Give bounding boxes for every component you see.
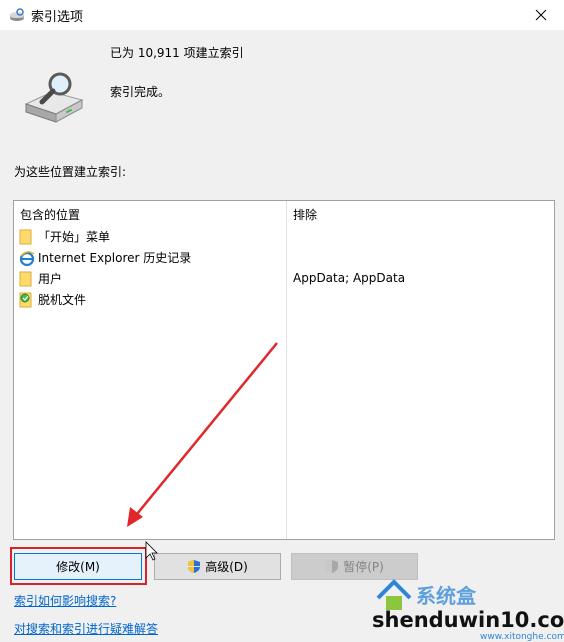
list-item-users[interactable]: 用户 — [19, 268, 191, 289]
index-affects-search-link[interactable]: 索引如何影响搜索? — [14, 592, 116, 609]
excluded-value — [293, 289, 405, 310]
list-item-start-menu[interactable]: 「开始」菜单 — [19, 226, 191, 247]
window-title: 索引选项 — [31, 10, 84, 25]
excluded-value: AppData; AppData — [293, 271, 406, 285]
modify-button[interactable]: 修改(M) — [14, 553, 142, 580]
drive-search-icon — [24, 72, 84, 123]
pause-button-label: 暂停(P) — [343, 560, 384, 574]
location-name: 脱机文件 — [38, 293, 87, 307]
location-name: Internet Explorer 历史记录 — [38, 251, 192, 265]
index-status-text: 索引完成。 — [110, 85, 171, 99]
indexing-options-icon — [10, 8, 24, 21]
list-item-ie-history[interactable]: Internet Explorer 历史记录 — [19, 247, 191, 268]
excluded-value — [293, 247, 405, 268]
list-item-offline-files[interactable]: 脱机文件 — [19, 289, 191, 310]
folder-icon — [19, 271, 32, 286]
excluded-value — [293, 226, 405, 247]
advanced-button-label: 高级(D) — [205, 560, 248, 574]
pause-button[interactable]: 暂停(P) — [291, 553, 418, 580]
uac-shield-icon — [188, 560, 201, 573]
column-header-excluded[interactable]: 排除 — [293, 206, 317, 223]
house-logo-icon — [376, 579, 412, 610]
watermark: 系统盒 shenduwin10.com www.xitonghe.com — [370, 578, 564, 642]
locations-section-label: 为这些位置建立索引: — [14, 165, 127, 179]
troubleshoot-link[interactable]: 对搜索和索引进行疑难解答 — [14, 620, 158, 637]
watermark-brand: 系统盒 — [416, 584, 476, 608]
location-name: 用户 — [38, 272, 63, 286]
watermark-site: shenduwin10.com — [372, 608, 564, 632]
column-divider — [286, 201, 287, 539]
location-name: 「开始」菜单 — [38, 230, 111, 244]
advanced-button[interactable]: 高级(D) — [154, 553, 281, 580]
watermark-sub: www.xitonghe.com — [480, 632, 564, 642]
close-icon — [535, 9, 547, 21]
internet-explorer-icon — [19, 250, 35, 266]
close-button[interactable] — [518, 0, 564, 30]
uac-shield-icon — [326, 560, 339, 573]
folder-icon — [19, 229, 32, 244]
column-header-included[interactable]: 包含的位置 — [20, 206, 80, 223]
offline-files-icon — [19, 292, 32, 307]
title-bar: 索引选项 — [0, 0, 564, 30]
indexed-count-text: 已为 10,911 项建立索引 — [110, 46, 244, 60]
indexed-locations-list[interactable]: 包含的位置 排除 「开始」菜单 Internet Explorer 历史记录 用… — [13, 200, 555, 540]
